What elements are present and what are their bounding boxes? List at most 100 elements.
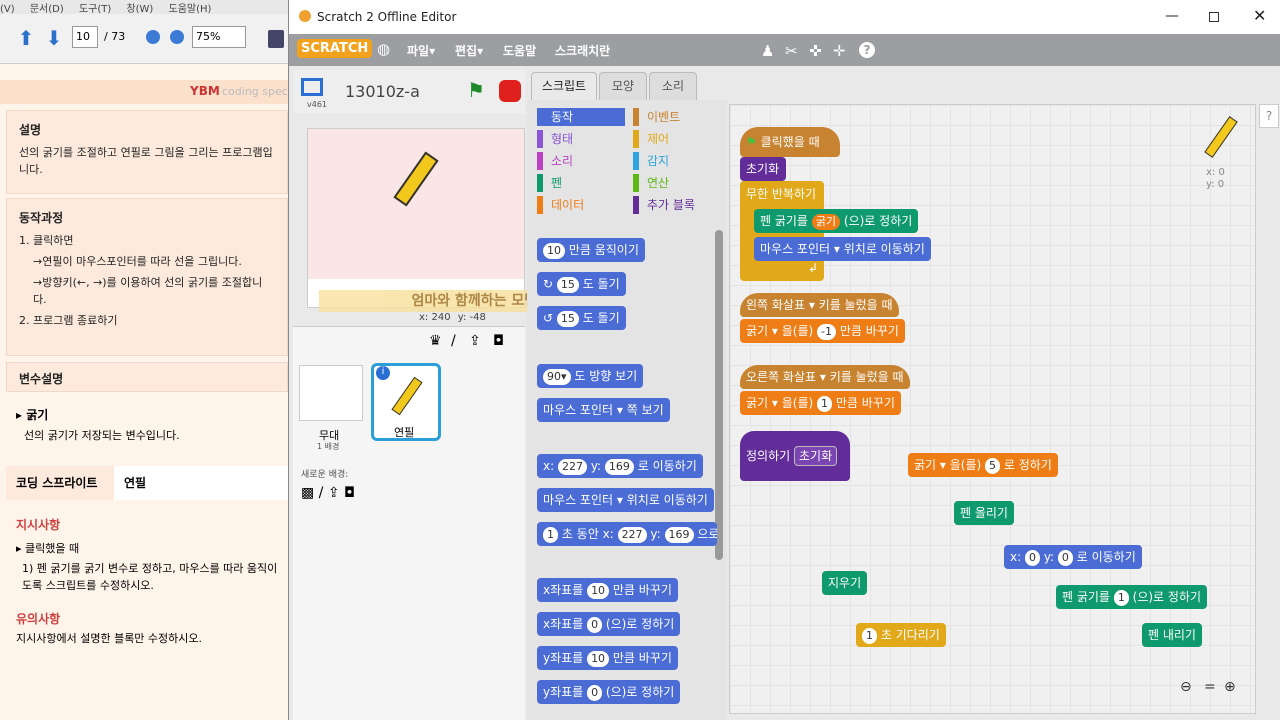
- block-when-flag-clicked[interactable]: ⚑ 클릭했을 때: [740, 127, 840, 157]
- dropdown[interactable]: 마우스 포인터 ▾: [543, 493, 623, 507]
- slot[interactable]: 1: [543, 527, 558, 543]
- menu-about[interactable]: 스크래치란: [555, 42, 610, 59]
- zoom-out-icon[interactable]: [146, 30, 160, 44]
- block-change-var[interactable]: 굵기 ▾ 을(를) -1 만큼 바꾸기: [740, 319, 905, 343]
- page-number-input[interactable]: 10: [72, 26, 98, 48]
- block-define-init[interactable]: 정의하기 초기화: [740, 431, 850, 481]
- slot[interactable]: 169: [664, 527, 694, 543]
- dropdown[interactable]: 굵기 ▾: [746, 324, 778, 338]
- menu-help[interactable]: 도움말: [503, 42, 536, 59]
- dropdown[interactable]: 마우스 포인터 ▾: [760, 242, 840, 256]
- block-point-direction[interactable]: 90▾ 도 방향 보기: [537, 364, 644, 388]
- category-6[interactable]: 펜: [537, 174, 625, 192]
- menu-window[interactable]: 창(W): [126, 4, 153, 14]
- minimize-icon[interactable]: —: [1165, 8, 1179, 24]
- block-when-key-right[interactable]: 오른쪽 화살표 ▾ 키를 눌렀을 때: [740, 365, 910, 389]
- shrink-icon[interactable]: ✛: [833, 42, 846, 60]
- slot[interactable]: 227: [557, 459, 587, 475]
- block-change-y[interactable]: y좌표를 10 만큼 바꾸기: [537, 646, 678, 670]
- block-set-var[interactable]: 굵기 ▾ 을(를) 5 로 정하기: [908, 453, 1058, 477]
- sprite-thumbnail-pencil[interactable]: i 연필: [371, 363, 441, 441]
- tab-costumes[interactable]: 모양: [599, 72, 647, 100]
- slot[interactable]: 10: [543, 243, 565, 259]
- stop-icon[interactable]: [499, 80, 521, 102]
- category-2[interactable]: 형태: [537, 130, 625, 148]
- category-3[interactable]: 제어: [633, 130, 721, 148]
- zoom-select[interactable]: 75%: [192, 26, 246, 48]
- palette-scrollbar[interactable]: [715, 230, 723, 560]
- block-change-x[interactable]: x좌표를 10 만큼 바꾸기: [537, 578, 678, 602]
- zoom-in-icon[interactable]: [170, 30, 184, 44]
- script-area[interactable]: ⚑ 클릭했을 때 초기화 무한 반복하기 ↲ 펜 굵기를 굵기 (으)로 정하기…: [729, 104, 1256, 714]
- slot[interactable]: 0: [587, 617, 603, 633]
- stage-thumbnail[interactable]: [299, 365, 363, 421]
- menu-view[interactable]: (V): [0, 4, 15, 14]
- help-tips-icon[interactable]: ?: [1259, 104, 1279, 128]
- upload-icon[interactable]: ⇪: [469, 333, 481, 349]
- block-goto-xy[interactable]: x: 0 y: 0 로 이동하기: [1004, 545, 1142, 569]
- dropdown[interactable]: 굵기 ▾: [914, 458, 946, 472]
- paint-backdrop-icon[interactable]: ▩ / ⇪ ◘: [301, 485, 355, 501]
- page-up-icon[interactable]: ⬆: [16, 28, 36, 48]
- fullscreen-icon[interactable]: [301, 78, 323, 96]
- page-down-icon[interactable]: ⬇: [44, 28, 64, 48]
- slot[interactable]: 0: [1024, 550, 1040, 566]
- block-set-y[interactable]: y좌표를 0 (으)로 정하기: [537, 680, 681, 704]
- grow-icon[interactable]: ✜: [809, 42, 822, 60]
- menu-help[interactable]: 도움말(H): [169, 4, 212, 14]
- category-4[interactable]: 소리: [537, 152, 625, 170]
- block-wait[interactable]: 1 초 기다리기: [856, 623, 946, 647]
- dropdown[interactable]: 굵기 ▾: [746, 396, 778, 410]
- save-icon[interactable]: [268, 30, 284, 48]
- globe-icon[interactable]: ◍: [377, 40, 390, 58]
- green-flag-icon[interactable]: ⚑: [467, 78, 485, 102]
- block-turn-left[interactable]: ↺ 15 도 돌기: [537, 306, 626, 330]
- block-goto-pointer[interactable]: 마우스 포인터 ▾ 위치로 이동하기: [754, 237, 931, 261]
- close-icon[interactable]: ✕: [1253, 6, 1266, 25]
- slot[interactable]: 10: [587, 583, 610, 599]
- slot[interactable]: 15: [556, 311, 579, 327]
- block-set-x[interactable]: x좌표를 0 (으)로 정하기: [537, 612, 681, 636]
- camera-icon[interactable]: ◘: [493, 333, 504, 349]
- info-icon[interactable]: i: [376, 366, 390, 380]
- slot[interactable]: 0: [587, 685, 603, 701]
- block-goto-pointer[interactable]: 마우스 포인터 ▾ 위치로 이동하기: [537, 488, 714, 512]
- slot[interactable]: 1: [862, 628, 877, 644]
- block-set-pen-size[interactable]: 펜 굵기를 1 (으)로 정하기: [1056, 585, 1208, 609]
- paint-sprite-icon[interactable]: ♛: [429, 333, 442, 349]
- zoom-in-icon[interactable]: ⊕: [1224, 679, 1236, 695]
- slot[interactable]: -1: [817, 324, 836, 340]
- block-when-key-left[interactable]: 왼쪽 화살표 ▾ 키를 눌렀을 때: [740, 293, 899, 317]
- slot[interactable]: 10: [587, 651, 610, 667]
- zoom-reset-icon[interactable]: =: [1204, 679, 1216, 695]
- tab-coding-sprite[interactable]: 코딩 스프라이트: [6, 466, 114, 500]
- slot[interactable]: 0: [1057, 550, 1073, 566]
- category-0[interactable]: 동작: [537, 108, 625, 126]
- tab-pencil[interactable]: 연필: [114, 466, 288, 500]
- duplicate-icon[interactable]: ♟: [761, 42, 774, 60]
- block-change-var[interactable]: 굵기 ▾ 을(를) 1 만큼 바꾸기: [740, 391, 901, 415]
- menu-edit[interactable]: 편집▾: [455, 42, 483, 59]
- help-icon[interactable]: ?: [859, 42, 875, 58]
- zoom-out-icon[interactable]: ⊖: [1180, 679, 1192, 695]
- slot[interactable]: 90▾: [543, 369, 571, 385]
- tab-sounds[interactable]: 소리: [649, 72, 697, 100]
- slot[interactable]: 1: [817, 396, 833, 412]
- block-clear[interactable]: 지우기: [822, 571, 868, 595]
- brush-icon[interactable]: /: [451, 333, 456, 349]
- block-pen-up[interactable]: 펜 올리기: [954, 501, 1014, 525]
- menu-document[interactable]: 문서(D): [30, 4, 64, 14]
- dropdown[interactable]: 마우스 포인터 ▾: [543, 403, 623, 417]
- slot[interactable]: 5: [985, 458, 1001, 474]
- project-name-input[interactable]: 13010z-a: [345, 82, 420, 101]
- slot[interactable]: 169: [604, 459, 634, 475]
- category-7[interactable]: 연산: [633, 174, 721, 192]
- block-set-pen-size[interactable]: 펜 굵기를 굵기 (으)로 정하기: [754, 209, 919, 233]
- block-turn-right[interactable]: ↻ 15 도 돌기: [537, 272, 626, 296]
- stage-canvas[interactable]: [307, 128, 525, 308]
- cut-icon[interactable]: ✂: [785, 42, 798, 60]
- tab-scripts[interactable]: 스크립트: [531, 72, 597, 100]
- block-move[interactable]: 10 만큼 움직이기: [537, 238, 645, 262]
- menu-tools[interactable]: 도구(T): [79, 4, 111, 14]
- block-goto-xy[interactable]: x: 227 y: 169 로 이동하기: [537, 454, 703, 478]
